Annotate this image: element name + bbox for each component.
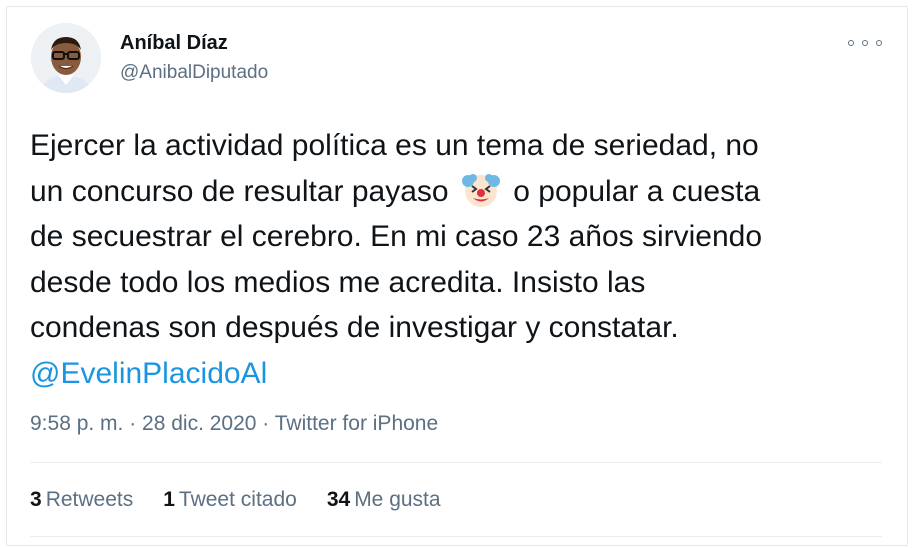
tweet-line: desde todo los medios me acredita. Insis… [30, 265, 646, 299]
engagement-stats: 3 Retweets 1 Tweet citado 34 Me gusta [30, 488, 441, 512]
tweet-meta[interactable]: 9:58 p. m. · 28 dic. 2020 · Twitter for … [30, 412, 438, 436]
quotes-label: Tweet citado [178, 488, 297, 511]
likes-stat[interactable]: 34 Me gusta [327, 488, 441, 512]
avatar[interactable] [31, 23, 101, 93]
tweet-line: de secuestrar el cerebro. En mi caso 23 … [30, 220, 763, 253]
quotes-stat[interactable]: 1 Tweet citado [163, 488, 297, 512]
retweets-count: 3 [30, 488, 42, 511]
author-name[interactable]: Aníbal Díaz [120, 32, 228, 55]
retweets-label: Retweets [45, 488, 134, 511]
dot-icon [876, 40, 882, 46]
mention-link[interactable]: @EvelinPlacidoAl [30, 357, 267, 390]
likes-label: Me gusta [354, 488, 441, 511]
tweet-line: o popular a cuesta [513, 174, 761, 208]
author-handle[interactable]: @AnibalDiputado [120, 62, 268, 84]
likes-count: 34 [326, 488, 351, 511]
tweet-line: condenas son después de investigar y con… [30, 311, 679, 344]
profile-photo [31, 23, 101, 93]
dot-icon [862, 40, 868, 46]
retweets-stat[interactable]: 3 Retweets [30, 488, 133, 512]
dot-icon [848, 40, 854, 46]
tweet-line: un concurso de resultar payaso [30, 174, 449, 208]
tweet-line: Ejercer la actividad política es un tema… [30, 129, 759, 162]
quotes-count: 1 [163, 488, 175, 511]
divider [30, 462, 882, 463]
tweet-text: Ejercer la actividad política es un tema… [30, 123, 890, 396]
more-options-icon[interactable] [848, 34, 882, 52]
clown-face-icon [461, 173, 500, 207]
divider [30, 536, 882, 537]
